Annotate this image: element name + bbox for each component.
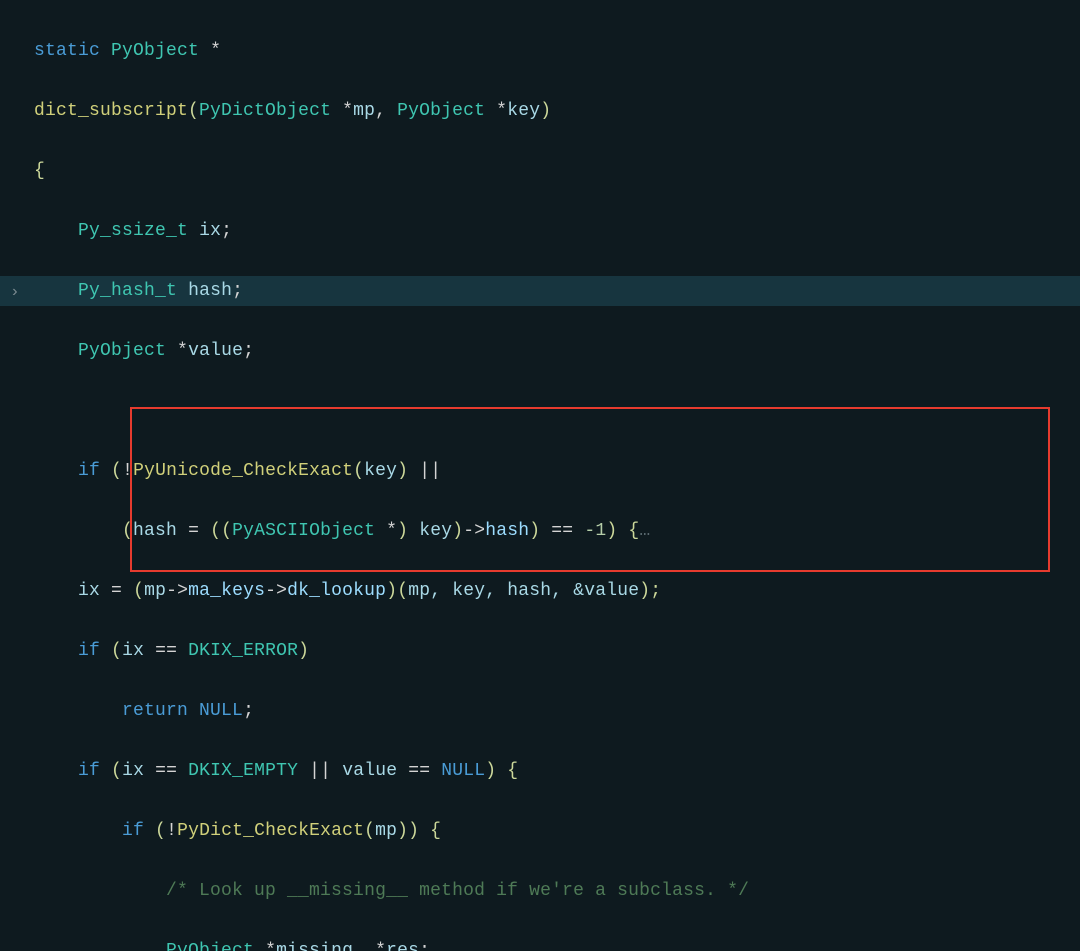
code-line: /* Look up __missing__ method if we're a… (34, 876, 925, 906)
code-line: static PyObject * (34, 36, 925, 66)
code-line: if (!PyUnicode_CheckExact(key) || (34, 456, 925, 486)
code-line (34, 396, 925, 426)
code-line: dict_subscript(PyDictObject *mp, PyObjec… (34, 96, 925, 126)
code-line: (hash = ((PyASCIIObject *) key)->hash) =… (34, 516, 925, 546)
code-line: { (34, 156, 925, 186)
code-editor[interactable]: › static PyObject * dict_subscript(PyDic… (0, 0, 1080, 951)
code-line: ix = (mp->ma_keys->dk_lookup)(mp, key, h… (34, 576, 925, 606)
editor-gutter: › (0, 0, 34, 951)
code-line: PyObject *missing, *res; (34, 936, 925, 951)
code-area[interactable]: static PyObject * dict_subscript(PyDictO… (34, 6, 925, 951)
code-line: PyObject *value; (34, 336, 925, 366)
code-line: if (!PyDict_CheckExact(mp)) { (34, 816, 925, 846)
fold-chevron-icon[interactable]: › (10, 283, 20, 301)
code-line: Py_hash_t hash; (34, 276, 925, 306)
code-line: Py_ssize_t ix; (34, 216, 925, 246)
code-line: return NULL; (34, 696, 925, 726)
code-line: if (ix == DKIX_ERROR) (34, 636, 925, 666)
code-line: if (ix == DKIX_EMPTY || value == NULL) { (34, 756, 925, 786)
